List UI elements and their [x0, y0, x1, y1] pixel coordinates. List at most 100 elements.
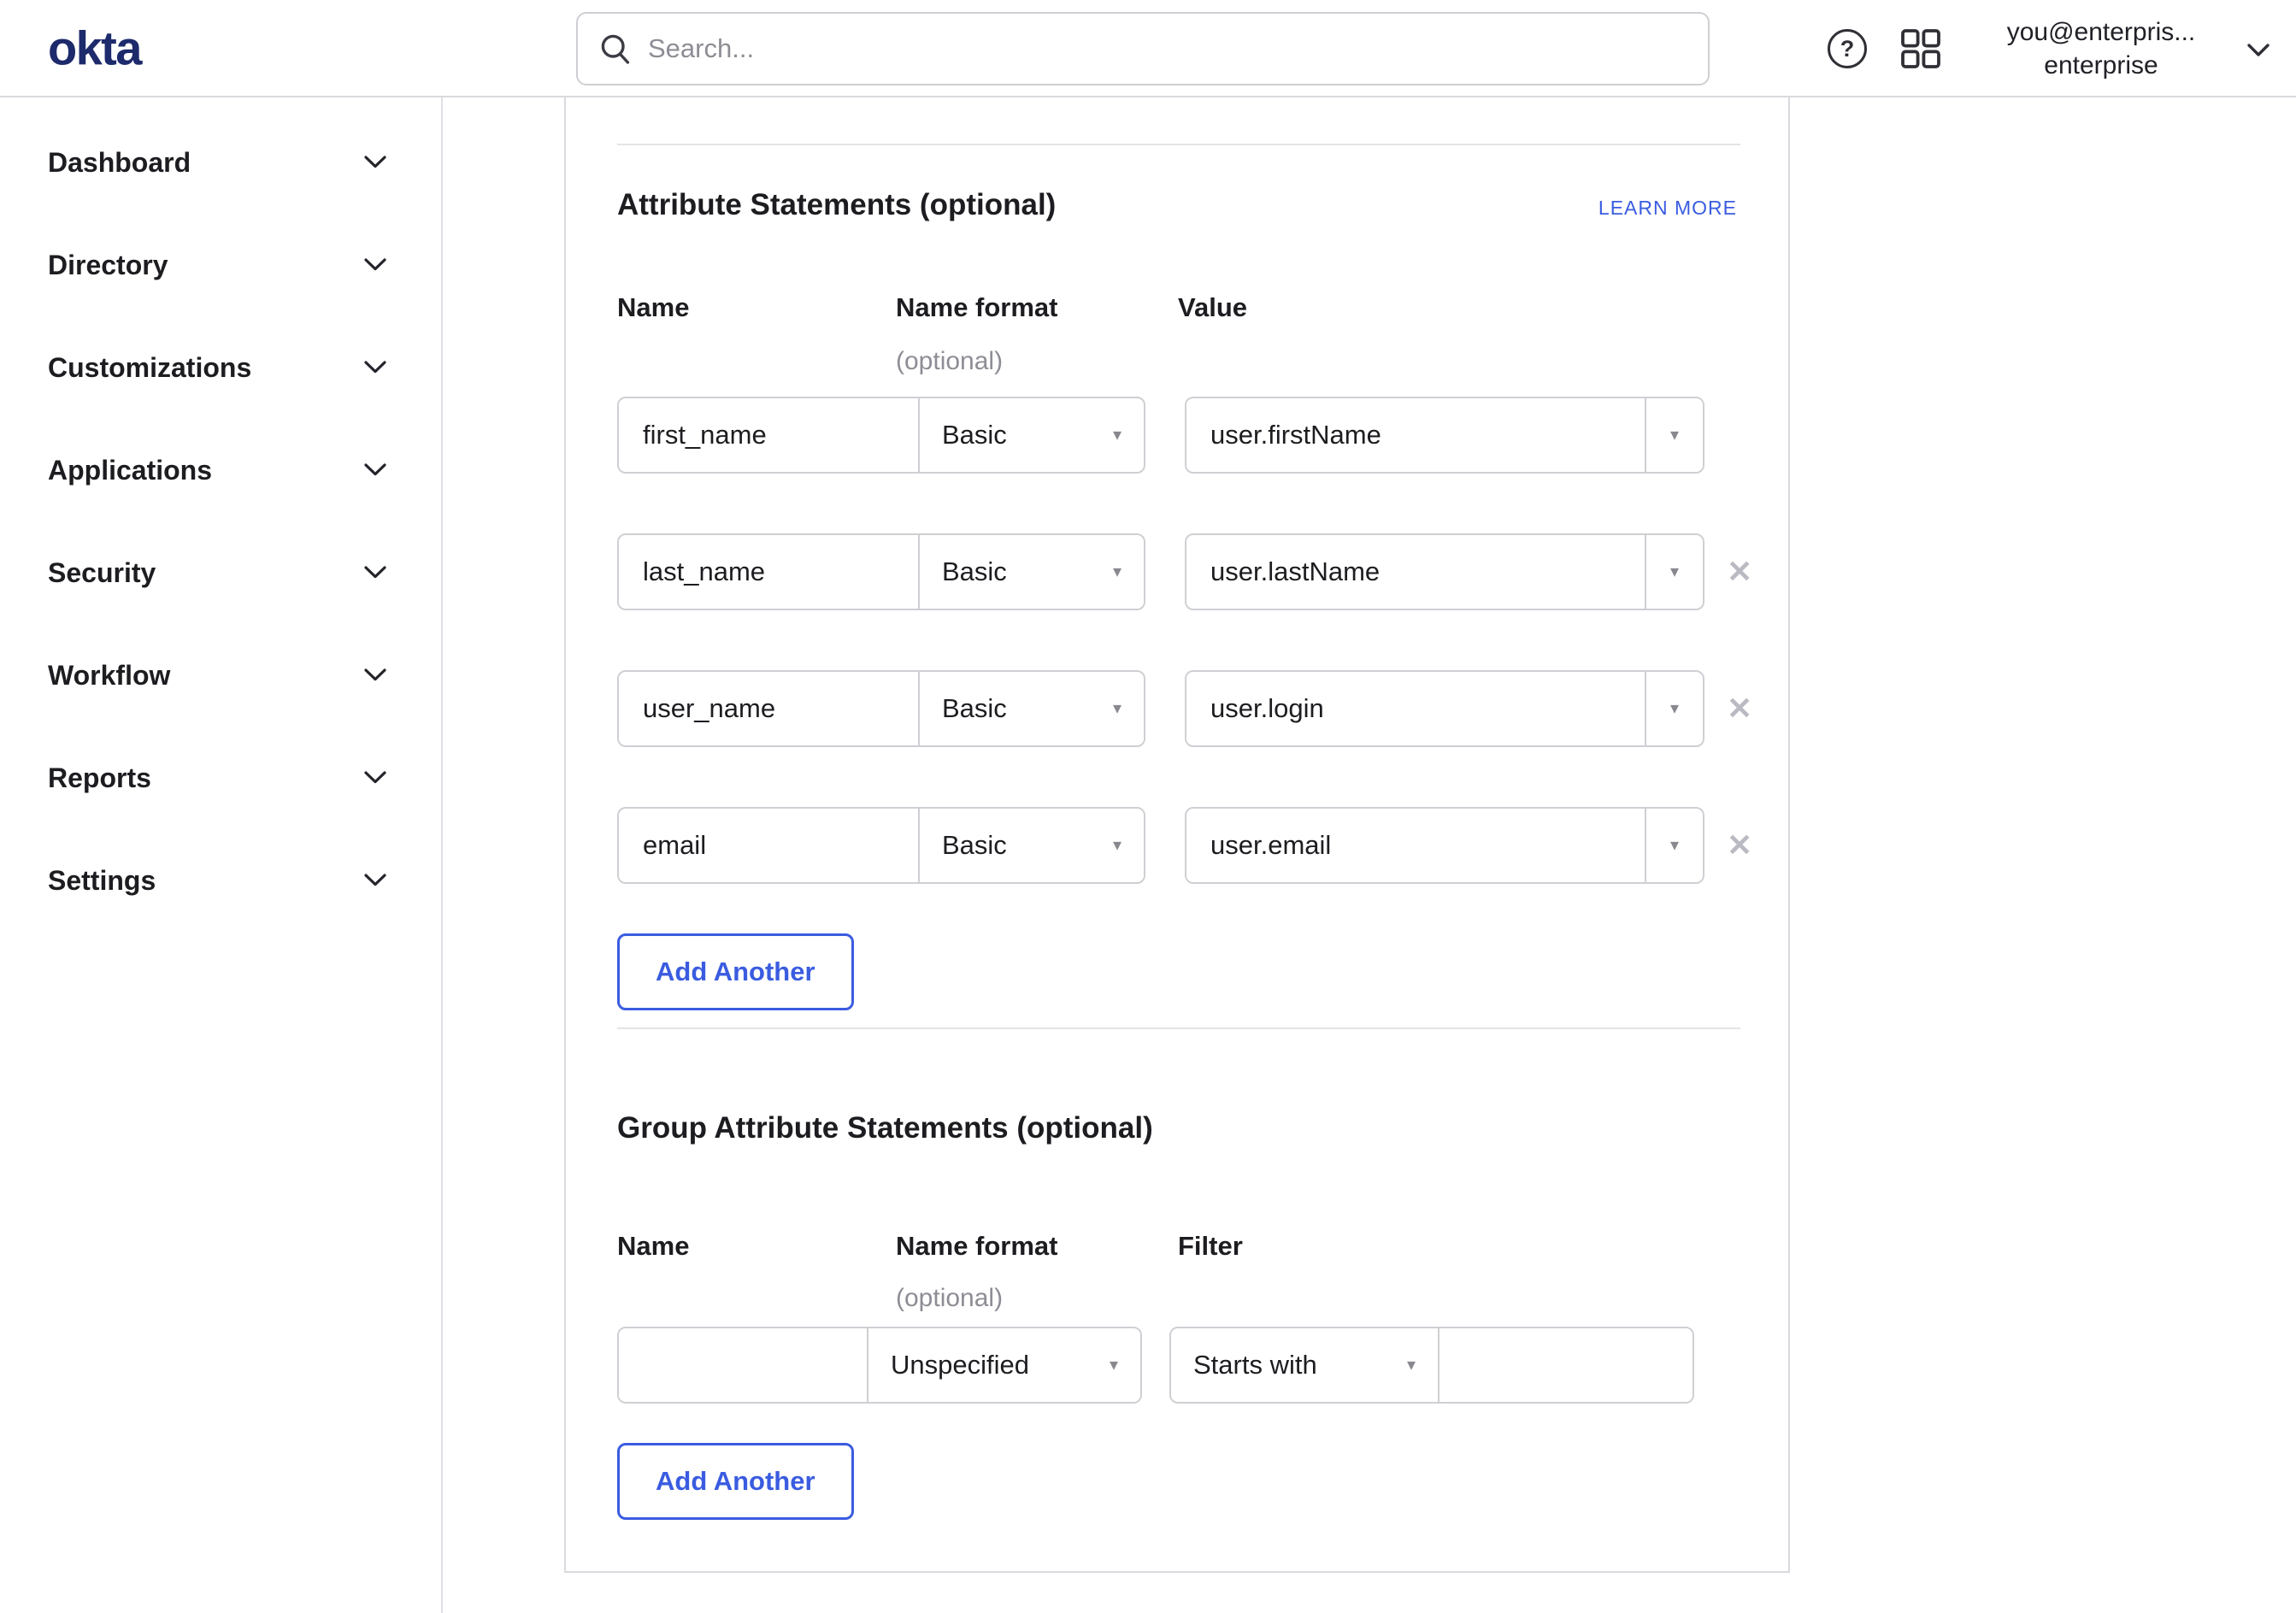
chevron-down-icon	[364, 668, 386, 681]
dropdown-arrow-icon: ▾	[1669, 426, 1680, 444]
dropdown-arrow-icon: ▾	[1112, 426, 1122, 444]
okta-admin-page: okta ? you@enterpris... enterprise Dashb…	[0, 0, 2296, 1613]
chevron-down-icon	[364, 361, 386, 374]
search-input[interactable]	[648, 33, 1686, 64]
add-another-group-attribute-button[interactable]: Add Another	[617, 1443, 854, 1520]
column-header-filter: Filter	[1178, 1231, 1243, 1261]
learn-more-link[interactable]: LEARN MORE	[1598, 197, 1737, 220]
filter-value-input[interactable]	[1439, 1328, 1693, 1402]
chevron-down-icon	[364, 463, 386, 476]
dropdown-arrow-icon: ▾	[1109, 1356, 1118, 1375]
column-header-value: Value	[1178, 292, 1247, 322]
section-divider	[617, 144, 1740, 145]
sidebar-item-label: Settings	[48, 864, 156, 896]
filter-operator-select[interactable]: Starts with ▾	[1171, 1328, 1439, 1402]
sidebar-item-label: Workflow	[48, 659, 171, 691]
remove-row-icon[interactable]: ✕	[1727, 830, 1752, 861]
user-account-menu[interactable]: you@enterpris... enterprise	[1966, 15, 2236, 82]
help-icon[interactable]: ?	[1828, 29, 1867, 68]
add-another-attribute-button[interactable]: Add Another	[617, 933, 854, 1010]
selected-format: Basic	[942, 693, 1007, 723]
dropdown-arrow-icon: ▾	[1406, 1356, 1416, 1375]
attribute-name-input[interactable]	[619, 809, 918, 882]
chevron-down-icon	[364, 156, 386, 168]
name-format-optional-note: (optional)	[896, 1284, 1004, 1312]
value-dropdown-button[interactable]: ▾	[1645, 398, 1703, 472]
name-format-select[interactable]: Basic ▾	[918, 398, 1144, 472]
selected-format: Basic	[942, 556, 1007, 586]
name-format-group: Basic ▾	[617, 670, 1145, 747]
name-format-group: Basic ▾	[617, 807, 1145, 884]
top-bar: okta ? you@enterpris... enterprise	[0, 0, 2296, 97]
apps-grid-icon[interactable]	[1901, 29, 1940, 68]
user-org: enterprise	[2044, 51, 2158, 79]
attribute-value-input[interactable]	[1186, 535, 1645, 609]
okta-logo[interactable]: okta	[48, 21, 142, 76]
sidebar-item-security[interactable]: Security	[0, 521, 441, 624]
attribute-name-input[interactable]	[619, 398, 918, 472]
attribute-statements-title: Attribute Statements (optional)	[617, 188, 1057, 221]
dropdown-arrow-icon: ▾	[1669, 836, 1680, 855]
group-attribute-name-input[interactable]	[619, 1328, 867, 1402]
remove-row-icon[interactable]: ✕	[1727, 693, 1752, 724]
sidebar-item-directory[interactable]: Directory	[0, 214, 441, 316]
value-group: ▾	[1185, 397, 1704, 474]
value-dropdown-button[interactable]: ▾	[1645, 672, 1703, 745]
dropdown-arrow-icon: ▾	[1112, 699, 1122, 718]
dropdown-arrow-icon: ▾	[1669, 562, 1680, 581]
section-divider	[617, 1027, 1740, 1029]
sidebar-item-label: Customizations	[48, 351, 252, 383]
sidebar-item-label: Applications	[48, 454, 213, 486]
name-format-select[interactable]: Basic ▾	[918, 672, 1144, 745]
sidebar-item-customizations[interactable]: Customizations	[0, 316, 441, 419]
selected-format: Unspecified	[891, 1350, 1029, 1380]
saml-settings-card: Attribute Statements (optional) LEARN MO…	[564, 97, 1790, 1573]
selected-filter-op: Starts with	[1193, 1350, 1317, 1380]
group-name-format-select[interactable]: Unspecified ▾	[867, 1328, 1140, 1402]
sidebar-item-reports[interactable]: Reports	[0, 727, 441, 829]
attribute-value-input[interactable]	[1186, 672, 1645, 745]
column-header-name: Name	[617, 292, 690, 322]
attribute-row: Basic ▾ ▾ ✕	[617, 807, 1752, 884]
attribute-name-input[interactable]	[619, 672, 918, 745]
selected-format: Basic	[942, 830, 1007, 860]
chevron-down-icon	[364, 771, 386, 784]
attribute-row: Basic ▾ ▾ ✕	[617, 670, 1752, 747]
value-dropdown-button[interactable]: ▾	[1645, 535, 1703, 609]
sidebar-item-label: Directory	[48, 249, 168, 280]
name-format-select[interactable]: Basic ▾	[918, 809, 1144, 882]
group-filter-group: Starts with ▾	[1169, 1327, 1694, 1404]
global-search[interactable]	[576, 12, 1710, 85]
remove-row-icon[interactable]: ✕	[1727, 556, 1752, 587]
sidebar-item-settings[interactable]: Settings	[0, 829, 441, 932]
chevron-down-icon	[364, 566, 386, 579]
attribute-value-input[interactable]	[1186, 398, 1645, 472]
selected-format: Basic	[942, 420, 1007, 450]
sidebar-item-label: Security	[48, 556, 156, 588]
attribute-value-input[interactable]	[1186, 809, 1645, 882]
sidebar-item-dashboard[interactable]: Dashboard	[0, 111, 441, 214]
dropdown-arrow-icon: ▾	[1112, 562, 1122, 581]
group-attribute-statements-title: Group Attribute Statements (optional)	[617, 1111, 1153, 1145]
chevron-down-icon	[364, 874, 386, 886]
value-group: ▾	[1185, 533, 1704, 610]
value-dropdown-button[interactable]: ▾	[1645, 809, 1703, 882]
value-group: ▾	[1185, 670, 1704, 747]
sidebar-item-workflow[interactable]: Workflow	[0, 624, 441, 727]
name-format-group: Basic ▾	[617, 533, 1145, 610]
column-header-name-format: Name format	[896, 292, 1058, 322]
group-name-format-group: Unspecified ▾	[617, 1327, 1142, 1404]
dropdown-arrow-icon: ▾	[1112, 836, 1122, 855]
column-header-name-format: Name format	[896, 1231, 1058, 1261]
sidebar-item-label: Reports	[48, 762, 151, 793]
sidebar-item-label: Dashboard	[48, 146, 191, 178]
attribute-name-input[interactable]	[619, 535, 918, 609]
chevron-down-icon	[364, 258, 386, 271]
sidebar-nav: Dashboard Directory Customizations Appli…	[0, 97, 443, 1613]
column-header-name: Name	[617, 1231, 690, 1261]
chevron-down-icon	[2247, 44, 2270, 56]
name-format-group: Basic ▾	[617, 397, 1145, 474]
sidebar-item-applications[interactable]: Applications	[0, 419, 441, 521]
value-group: ▾	[1185, 807, 1704, 884]
name-format-select[interactable]: Basic ▾	[918, 535, 1144, 609]
